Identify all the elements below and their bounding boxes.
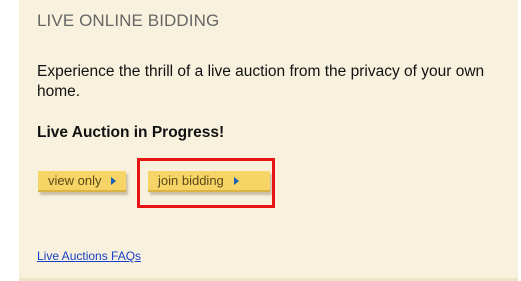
view-only-button[interactable]: view only (38, 171, 126, 192)
panel-description: Experience the thrill of a live auction … (37, 63, 485, 100)
panel-heading: LIVE ONLINE BIDDING (37, 11, 220, 30)
live-auctions-faq-link[interactable]: Live Auctions FAQs (37, 249, 141, 263)
highlight-box (137, 158, 275, 208)
view-only-label: view only (48, 173, 102, 188)
triangle-right-icon (111, 176, 117, 185)
live-bidding-panel: LIVE ONLINE BIDDING Experience the thril… (19, 0, 518, 281)
auction-status: Live Auction in Progress! (37, 124, 225, 141)
